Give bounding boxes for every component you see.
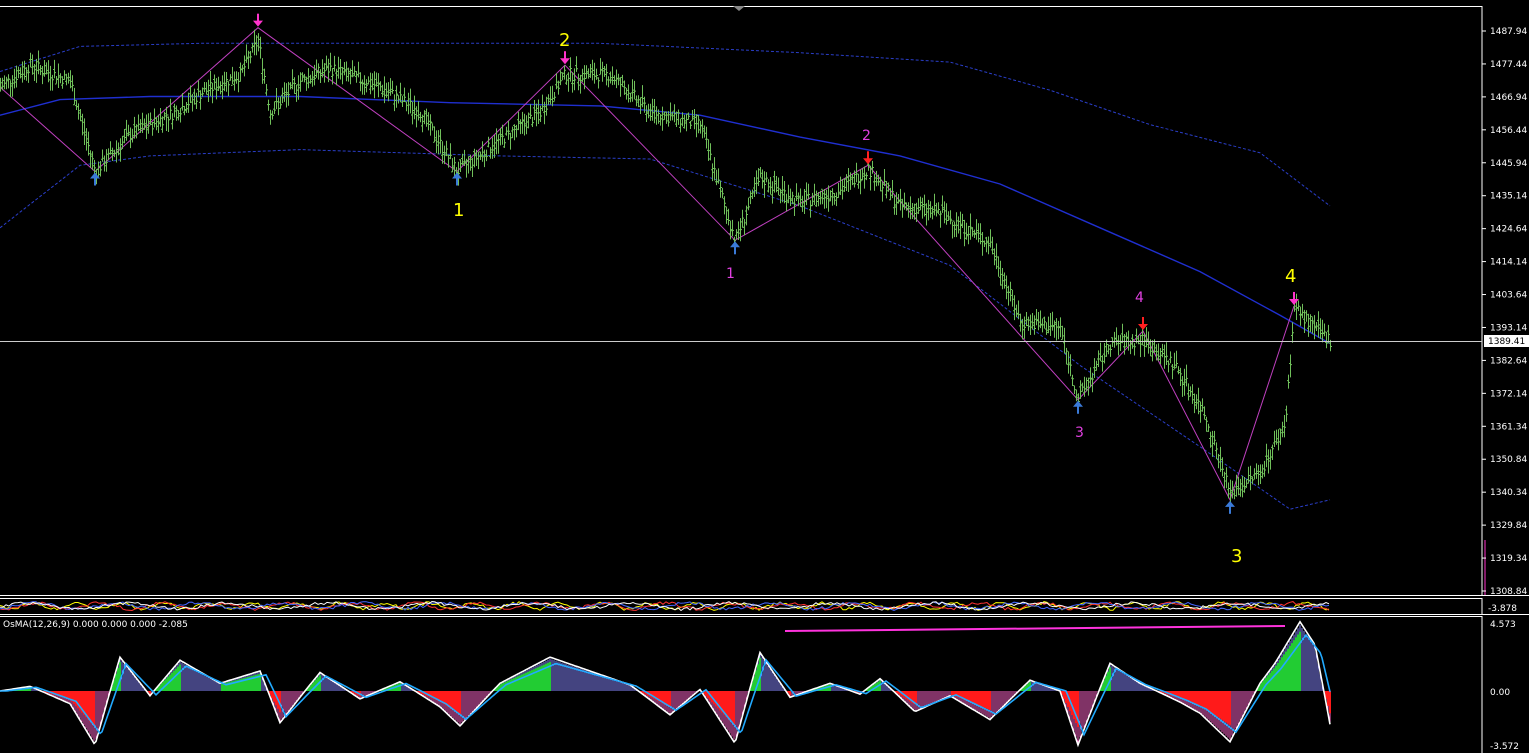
price-axis-label: 1424.64	[1490, 225, 1527, 235]
price-axis-label: 1435.14	[1490, 192, 1527, 202]
price-axis-label: 1340.34	[1490, 488, 1527, 498]
trading-chart[interactable]: 1389.41 1487.94 1477.44 1466.94 1456.44 1445…	[0, 0, 1529, 753]
price-axis-label: 1319.34	[1490, 554, 1527, 564]
osma-title: OsMA(12,26,9) 0.000 0.000 0.000 -2.085	[3, 620, 188, 630]
wave-label-yellow-4: 4	[1285, 266, 1296, 287]
current-price-label: 1389.41	[1488, 337, 1525, 347]
price-axis-label: 1487.94	[1490, 27, 1527, 37]
wave-label-magenta-4: 4	[1135, 290, 1144, 306]
price-axis-label: 1414.14	[1490, 258, 1527, 268]
price-axis-label: 1445.94	[1490, 159, 1527, 169]
wave-label-yellow-3: 3	[1231, 546, 1242, 567]
price-axis-label: 1456.44	[1490, 126, 1527, 136]
wave-label-magenta-2: 2	[862, 128, 871, 144]
price-axis-label: 1382.64	[1490, 356, 1527, 366]
price-axis-label: 1350.84	[1490, 455, 1527, 465]
price-axis-label: 1372.14	[1490, 389, 1527, 399]
wave-label-magenta-3: 3	[1075, 425, 1084, 441]
price-axis-label: 1403.64	[1490, 291, 1527, 301]
price-axis-label: 1329.84	[1490, 521, 1527, 531]
mini-panel-axis-label: -3.878	[1488, 604, 1517, 614]
price-axis-label: 1393.14	[1490, 323, 1527, 333]
wave-label-yellow-1: 1	[453, 200, 464, 221]
price-axis-label: 1466.94	[1490, 93, 1527, 103]
price-axis-label: 1361.34	[1490, 422, 1527, 432]
wave-label-yellow-2: 2	[559, 30, 570, 51]
price-axis-label: 1308.84	[1490, 587, 1527, 597]
osma-axis-top: 4.573	[1490, 620, 1516, 630]
osma-axis-bottom: -3.572	[1490, 742, 1519, 752]
wave-label-magenta-1: 1	[726, 266, 735, 282]
price-axis-label: 1477.44	[1490, 60, 1527, 70]
osma-axis-zero: 0.00	[1490, 688, 1510, 698]
